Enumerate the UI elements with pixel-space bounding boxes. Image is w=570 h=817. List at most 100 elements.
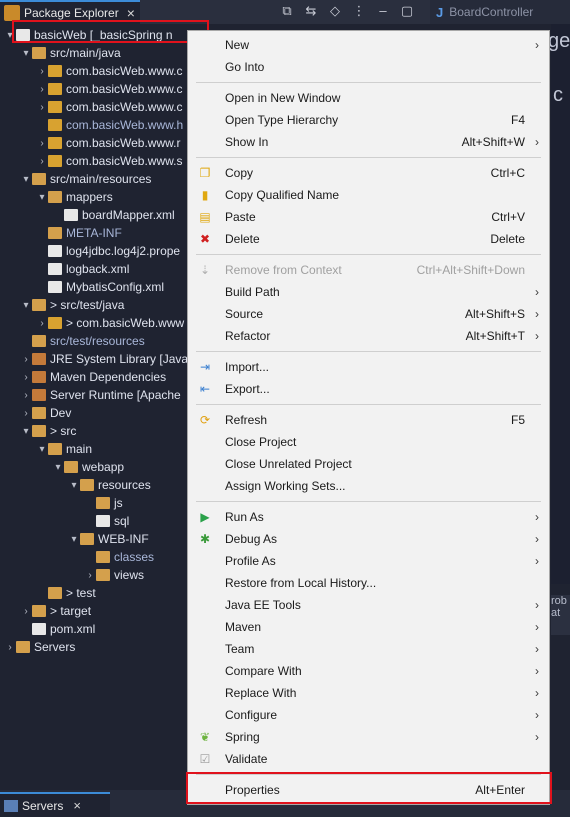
menu-item-new[interactable]: New › xyxy=(188,34,549,56)
menu-item-close-unrelated-project[interactable]: Close Unrelated Project xyxy=(188,453,549,475)
collapse-all-icon[interactable]: ⧉ xyxy=(280,4,294,18)
tree-item[interactable]: › Dev xyxy=(20,404,71,422)
menu-item-spring[interactable]: ❦ Spring › xyxy=(188,726,549,748)
tree-item[interactable]: logback.xml xyxy=(36,260,129,278)
menu-item-copy[interactable]: ❐ Copy Ctrl+C xyxy=(188,162,549,184)
menu-item-validate[interactable]: ☑ Validate xyxy=(188,748,549,770)
tree-item[interactable]: › Servers xyxy=(4,638,75,656)
menu-item-compare-with[interactable]: Compare With › xyxy=(188,660,549,682)
menu-item-refresh[interactable]: ⟳ Refresh F5 xyxy=(188,409,549,431)
tree-item[interactable]: js xyxy=(84,494,123,512)
collapse-arrow-icon[interactable]: › xyxy=(20,390,32,401)
tree-item[interactable]: › JRE System Library [JavaS xyxy=(20,350,196,368)
menu-item-replace-with[interactable]: Replace With › xyxy=(188,682,549,704)
tree-item[interactable]: › com.basicWeb.www.s xyxy=(36,152,182,170)
view-menu-icon[interactable]: ⋮ xyxy=(352,4,366,18)
menu-item-java-ee-tools[interactable]: Java EE Tools › xyxy=(188,594,549,616)
expand-arrow-icon[interactable]: ▾ xyxy=(36,192,48,203)
collapse-arrow-icon[interactable]: › xyxy=(20,408,32,419)
tree-item[interactable]: boardMapper.xml xyxy=(52,206,175,224)
menu-item-team[interactable]: Team › xyxy=(188,638,549,660)
expand-arrow-icon[interactable]: ▾ xyxy=(68,480,80,491)
collapse-arrow-icon[interactable]: › xyxy=(84,570,96,581)
menu-item-show-in[interactable]: Show In Alt+Shift+W › xyxy=(188,131,549,153)
link-editor-icon[interactable]: ⇆ xyxy=(304,4,318,18)
maximize-icon[interactable]: ▢ xyxy=(400,4,414,18)
tree-item[interactable]: > test xyxy=(36,584,96,602)
tree-item[interactable]: MybatisConfig.xml xyxy=(36,278,164,296)
expand-arrow-icon[interactable]: ▾ xyxy=(68,534,80,545)
menu-item-open-in-new-window[interactable]: Open in New Window xyxy=(188,87,549,109)
menu-item-delete[interactable]: ✖ Delete Delete xyxy=(188,228,549,250)
tree-item[interactable]: › > com.basicWeb.www xyxy=(36,314,184,332)
menu-item-export[interactable]: ⇤ Export... xyxy=(188,378,549,400)
menu-item-configure[interactable]: Configure › xyxy=(188,704,549,726)
menu-item-maven[interactable]: Maven › xyxy=(188,616,549,638)
tree-item[interactable]: ▾ > src xyxy=(20,422,76,440)
collapse-arrow-icon[interactable]: › xyxy=(36,102,48,113)
tree-item[interactable]: › com.basicWeb.www.c xyxy=(36,80,182,98)
expand-arrow-icon[interactable]: ▾ xyxy=(52,462,64,473)
tab-board-controller[interactable]: J BoardController xyxy=(430,0,570,24)
menu-item-close-project[interactable]: Close Project xyxy=(188,431,549,453)
tree-item[interactable]: ▾ WEB-INF xyxy=(68,530,148,548)
folder-icon xyxy=(48,227,62,239)
tree-item[interactable]: › com.basicWeb.www.c xyxy=(36,62,182,80)
tree-item[interactable]: ▾ main xyxy=(36,440,92,458)
tree-item[interactable]: classes xyxy=(84,548,154,566)
tree-item[interactable]: › views xyxy=(84,566,144,584)
tree-item[interactable]: ▾ resources xyxy=(68,476,150,494)
tree-item[interactable]: › Maven Dependencies xyxy=(20,368,166,386)
tree-item[interactable]: › com.basicWeb.www.c xyxy=(36,98,182,116)
menu-item-run-as[interactable]: ▶ Run As › xyxy=(188,506,549,528)
tree-item[interactable]: src/test/resources xyxy=(20,332,145,350)
menu-item-refactor[interactable]: Refactor Alt+Shift+T › xyxy=(188,325,549,347)
tree-item[interactable]: sql xyxy=(84,512,129,530)
menu-item-assign-working-sets[interactable]: Assign Working Sets... xyxy=(188,475,549,497)
tree-item[interactable]: com.basicWeb.www.h xyxy=(36,116,183,134)
menu-item-profile-as[interactable]: Profile As › xyxy=(188,550,549,572)
minimize-icon[interactable]: – xyxy=(376,4,390,18)
collapse-arrow-icon[interactable]: › xyxy=(20,372,32,383)
menu-item-restore-from-local-history[interactable]: Restore from Local History... xyxy=(188,572,549,594)
menu-item-open-type-hierarchy[interactable]: Open Type Hierarchy F4 xyxy=(188,109,549,131)
expand-arrow-icon[interactable]: ▾ xyxy=(36,444,48,455)
tree-item[interactable]: log4jdbc.log4j2.prope xyxy=(36,242,180,260)
collapse-arrow-icon[interactable]: › xyxy=(36,138,48,149)
expand-arrow-icon[interactable]: ▾ xyxy=(20,300,32,311)
menu-item-go-into[interactable]: Go Into xyxy=(188,56,549,78)
collapse-arrow-icon[interactable]: › xyxy=(20,354,32,365)
tab-servers[interactable]: Servers × xyxy=(0,792,110,817)
collapse-arrow-icon[interactable]: › xyxy=(36,66,48,77)
tree-item[interactable]: pom.xml xyxy=(20,620,95,638)
tree-item[interactable]: ▾ webapp xyxy=(52,458,124,476)
menu-item-import[interactable]: ⇥ Import... xyxy=(188,356,549,378)
collapse-arrow-icon[interactable]: › xyxy=(4,642,16,653)
close-icon[interactable]: × xyxy=(127,6,135,20)
focus-icon[interactable]: ◇ xyxy=(328,4,342,18)
collapse-arrow-icon[interactable]: › xyxy=(36,156,48,167)
tree-item[interactable]: ▾ src/main/java xyxy=(20,44,120,62)
expand-arrow-icon[interactable]: ▾ xyxy=(20,48,32,59)
tree-item[interactable]: META-INF xyxy=(36,224,122,242)
tree-item-label: main xyxy=(66,442,93,456)
tree-item[interactable]: › com.basicWeb.www.r xyxy=(36,134,180,152)
menu-item-copy-qualified-name[interactable]: ▮ Copy Qualified Name xyxy=(188,184,549,206)
close-icon[interactable]: × xyxy=(73,798,81,813)
tree-item[interactable]: ▾ > src/test/java xyxy=(20,296,124,314)
menu-item-debug-as[interactable]: ✱ Debug As › xyxy=(188,528,549,550)
collapse-arrow-icon[interactable]: › xyxy=(36,318,48,329)
expand-arrow-icon[interactable]: ▾ xyxy=(20,174,32,185)
submenu-chevron-icon: › xyxy=(535,285,539,299)
menu-item-paste[interactable]: ▤ Paste Ctrl+V xyxy=(188,206,549,228)
tree-item[interactable]: ▾ mappers xyxy=(36,188,112,206)
collapse-arrow-icon[interactable]: › xyxy=(36,84,48,95)
menu-item-source[interactable]: Source Alt+Shift+S › xyxy=(188,303,549,325)
collapse-arrow-icon[interactable]: › xyxy=(20,606,32,617)
folder-icon xyxy=(96,497,110,509)
menu-item-build-path[interactable]: Build Path › xyxy=(188,281,549,303)
tree-item[interactable]: ▾ src/main/resources xyxy=(20,170,151,188)
tree-item[interactable]: › > target xyxy=(20,602,91,620)
tree-item[interactable]: › Server Runtime [Apache xyxy=(20,386,180,404)
expand-arrow-icon[interactable]: ▾ xyxy=(20,426,32,437)
